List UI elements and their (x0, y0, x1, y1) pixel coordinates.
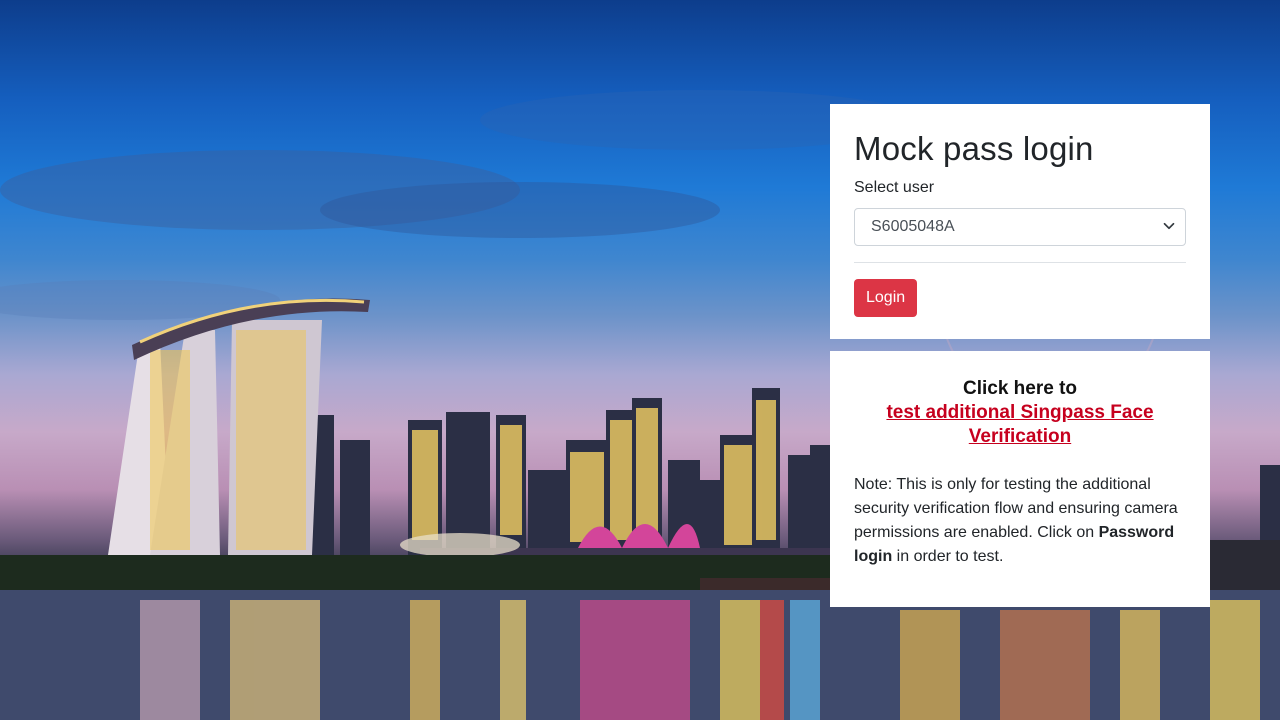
user-select-value: S6005048A (871, 218, 955, 235)
chevron-down-icon (1163, 222, 1175, 230)
login-card: Mock pass login Select user S6005048A Lo… (830, 104, 1210, 339)
page-title: Mock pass login (854, 130, 1094, 167)
divider (854, 262, 1186, 263)
note-text: Note: This is only for testing the addit… (854, 473, 1186, 569)
face-verification-link[interactable]: test additional Singpass Face Verificati… (854, 401, 1186, 449)
note-text-end: in order to test. (892, 548, 1004, 565)
login-button[interactable]: Login (854, 279, 918, 317)
face-verification-card: Click here to test additional Singpass F… (830, 351, 1210, 607)
user-select[interactable]: S6005048A (854, 208, 1186, 246)
click-here-heading: Click here to (962, 378, 1078, 399)
select-user-label: Select user (854, 179, 935, 196)
